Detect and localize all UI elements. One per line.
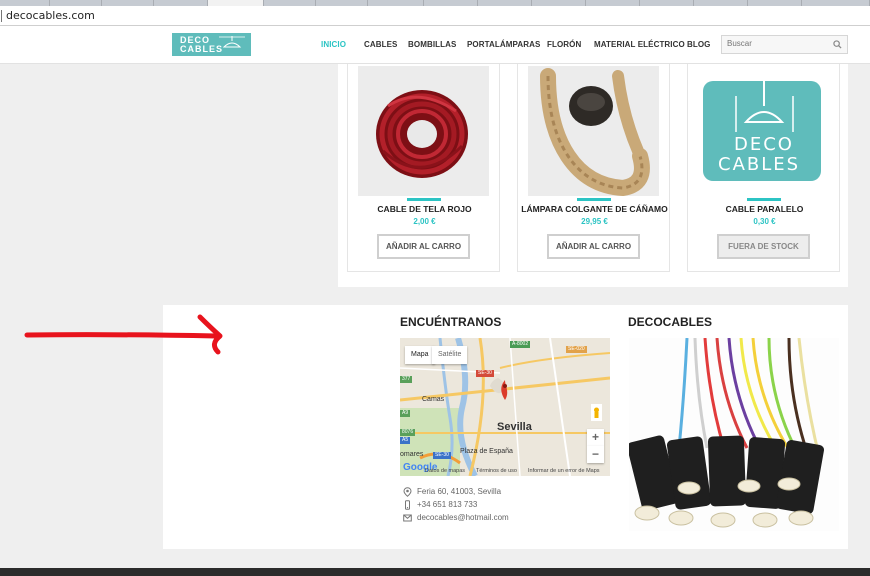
svg-text:CABLES: CABLES [718,154,800,175]
hemp-rope-lamp-image [528,66,659,196]
mobile-phone-icon [405,500,410,510]
road-label: SE-30 [476,370,494,377]
road-label: A9 [400,410,411,417]
map-town-label: Plaza de España [460,448,513,455]
map-zoom-out-button[interactable]: − [587,446,604,463]
nav-item-material-electrico[interactable]: MATERIAL ELÉCTRICO [594,40,685,49]
pendant-cables-image [629,338,839,531]
nav-item-inicio[interactable]: INICIO [321,40,346,49]
product-price: 0,30 € [753,217,776,226]
decocables-logo-image: DECO CABLES [703,81,821,181]
text-caret [1,10,2,22]
address-url[interactable]: decocables.com [6,9,95,22]
google-map[interactable]: Mapa Satélite A-8002 SE-020 SE-30 SE-30 … [400,338,610,476]
site-footer-bar [0,568,870,576]
road-label: SE-30 [433,452,451,459]
map-report-link[interactable]: Informar de un error de Maps [528,468,600,474]
pendant-lamp-icon [219,36,245,48]
map-type-map-tab[interactable]: Mapa [405,346,435,364]
map-town-label: omares [400,451,424,458]
address-text: Feria 60, 41003, Sevilla [417,487,502,496]
product-name[interactable]: CABLE PARALELO [688,204,841,214]
site-header: DECO CABLES INICIO CABLES BOMBILLAS PORT… [0,26,870,64]
map-type-satellite-tab[interactable]: Satélite [432,346,468,364]
site-logo[interactable]: DECO CABLES [172,33,251,56]
road-label: 8076 [400,429,416,436]
road-label: A5 [400,437,411,444]
search-input[interactable] [727,39,827,48]
pendant-cables-photo[interactable] [629,338,839,531]
accent-bar [747,198,781,201]
product-name[interactable]: LÁMPARA COLGANTE DE CÁÑAMO [518,204,671,214]
find-us-title: ENCUÉNTRANOS [400,315,502,329]
nav-item-portalamparas[interactable]: PORTALÁMPARAS [467,40,540,49]
red-cable-coil-image [358,66,489,196]
address-bar[interactable]: decocables.com [0,6,870,26]
product-card: DECO CABLES CABLE PARALELO 0,30 € FUERA … [687,64,840,272]
email-link[interactable]: decocables@hotmail.com [417,513,509,522]
map-data-link[interactable]: Datos de mapas [425,468,465,474]
map-city-label: Sevilla [497,421,532,433]
nav-item-floron[interactable]: FLORÓN [547,40,581,49]
product-image-red-cable[interactable] [358,66,489,196]
road-label: A-8002 [510,341,531,348]
map-town-label: Camas [422,396,445,403]
phone-text: +34 651 813 733 [417,500,478,509]
product-name[interactable]: CABLE DE TELA ROJO [348,204,501,214]
add-to-cart-button[interactable]: AÑADIR AL CARRO [547,234,640,259]
product-image-hemp-lamp[interactable] [528,66,659,196]
nav-item-blog[interactable]: BLOG [687,40,711,49]
product-price: 2,00 € [413,217,436,226]
product-card: LÁMPARA COLGANTE DE CÁÑAMO 29,95 € AÑADI… [517,64,670,272]
search-box [721,35,848,54]
red-arrow-annotation [24,314,223,355]
add-to-cart-button[interactable]: AÑADIR AL CARRO [377,234,470,259]
road-label: SE-020 [566,346,587,353]
map-zoom-in-button[interactable]: + [587,429,604,446]
product-card: CABLE DE TELA ROJO 2,00 € AÑADIR AL CARR… [347,64,500,272]
map-terms-link[interactable]: Términos de uso [476,468,517,474]
product-price: 29,95 € [581,217,608,226]
search-icon[interactable] [833,40,842,49]
accent-bar [577,198,611,201]
product-image-decocables-logo[interactable]: DECO CABLES [698,66,829,196]
accent-bar [407,198,441,201]
out-of-stock-button[interactable]: FUERA DE STOCK [717,234,810,259]
decocables-section-title: DECOCABLES [628,315,713,329]
nav-item-bombillas[interactable]: BOMBILLAS [408,40,456,49]
envelope-icon [403,514,412,522]
location-pin-icon [403,487,412,497]
road-label: 377 [400,376,413,383]
nav-item-cables[interactable]: CABLES [364,40,398,49]
logo-text-cables: CABLES [180,44,224,54]
svg-text:DECO: DECO [734,134,794,155]
